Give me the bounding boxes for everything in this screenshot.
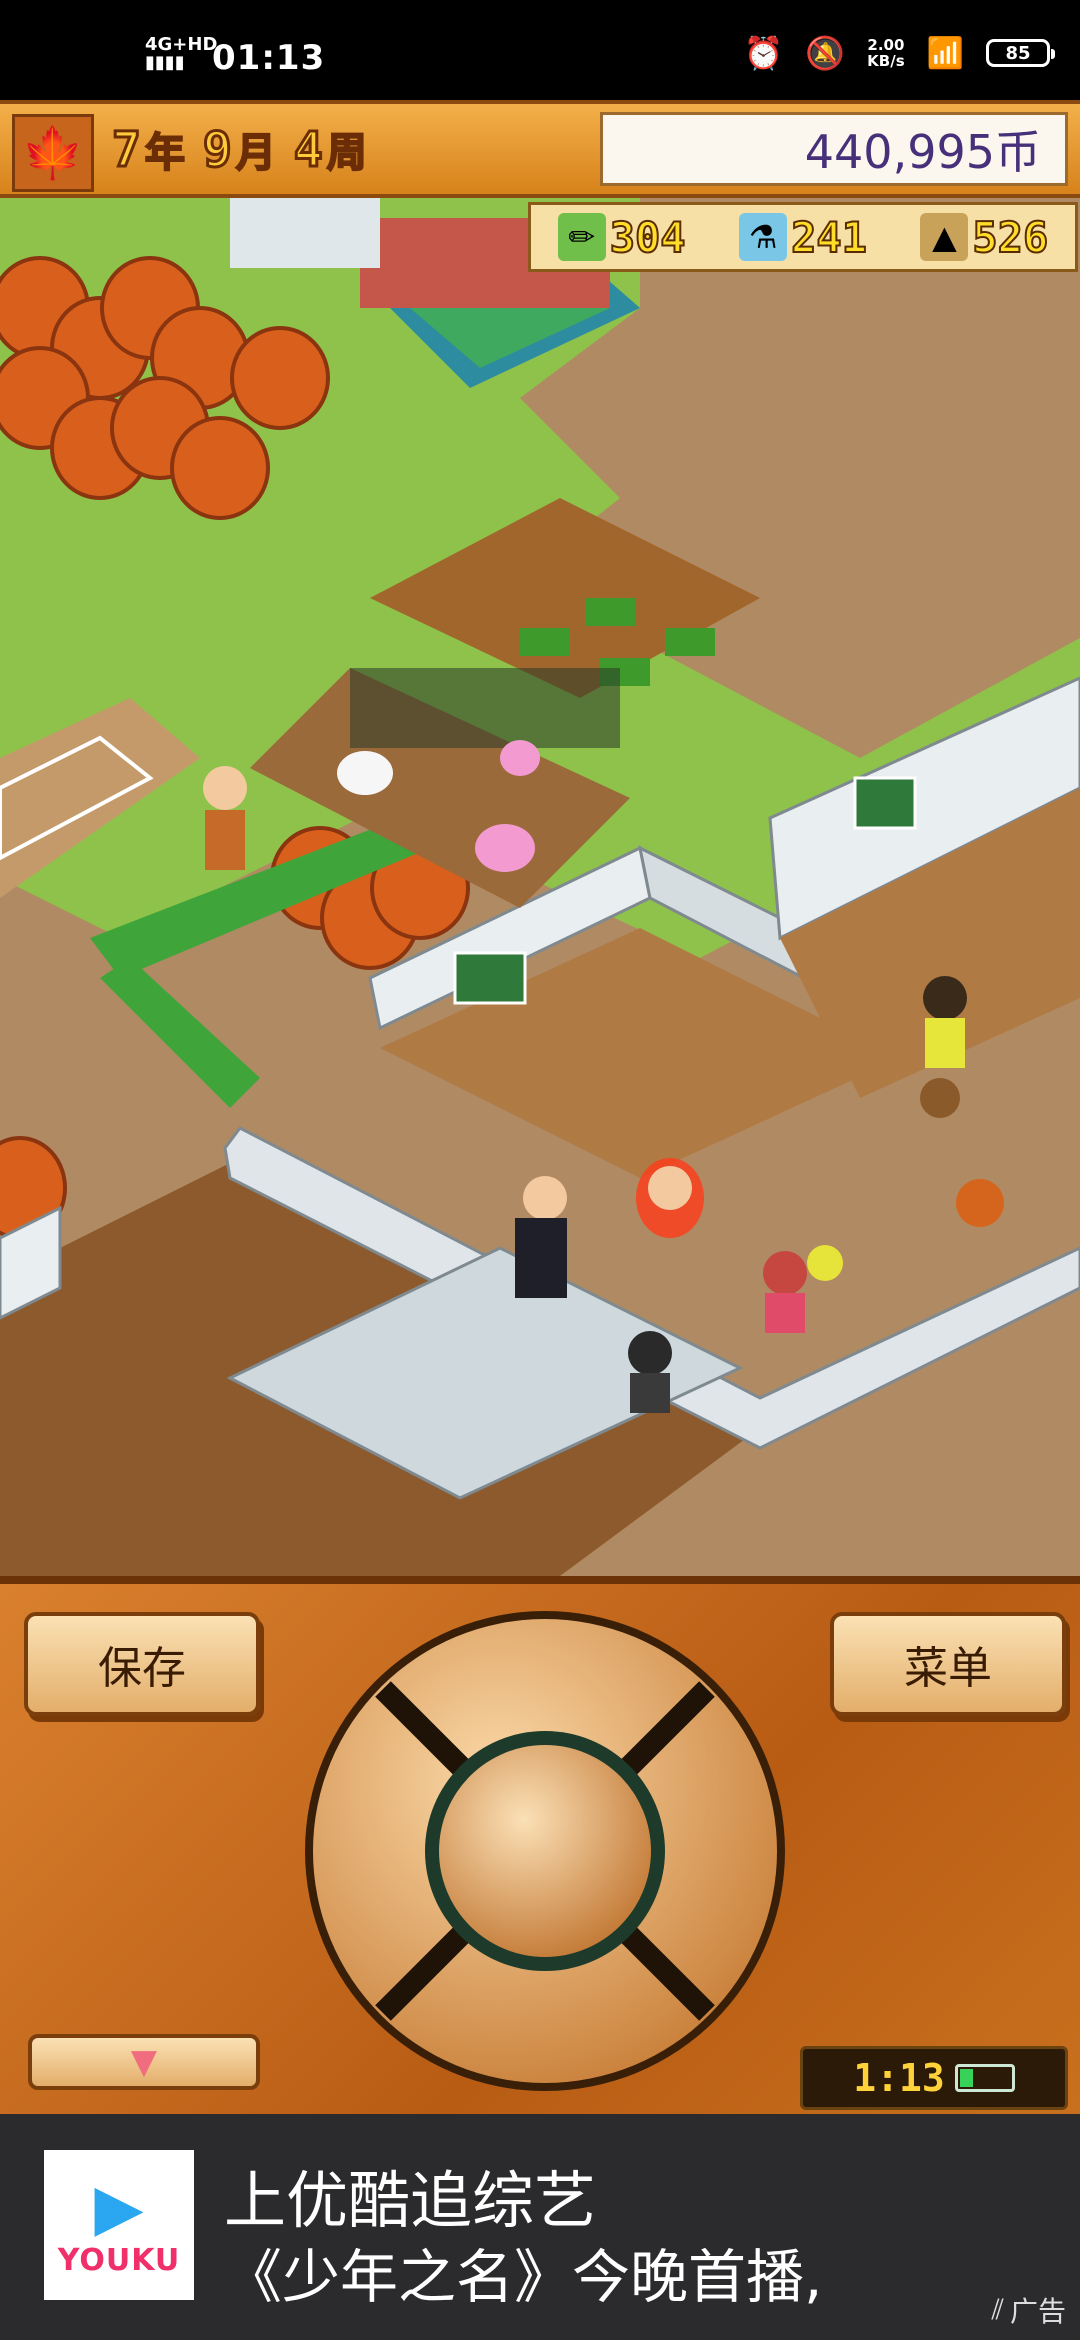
play-icon: ▶ [94,2170,144,2245]
blackboard [453,951,527,1005]
wifi-icon: 📶 [926,35,964,71]
triangle-down-icon: ▼ [130,2042,158,2082]
clock-time: 1:13 [853,2056,945,2100]
game-scene[interactable] [0,198,1080,1576]
money-display: 440,995币 [600,112,1068,186]
status-bar: 4G+HD ▮▮▮▮ 01:13 ⏰ 🔕 2.00 KB/s 📶 85 [0,0,1080,100]
status-time: 01:13 [212,38,326,78]
game-clock: 1:13 [800,2046,1068,2110]
rabbit [475,824,535,872]
controller-panel: 保存 菜单 ▼ 1:13 [0,1576,1080,2114]
menu-button[interactable]: 菜单 [830,1612,1066,1716]
ad-subline: 《少年之名》今晚首播, [224,2243,823,2311]
resource-item: ✏ 304 [557,212,687,263]
resource-value: 304 [609,212,687,263]
dpad-center-button [439,1745,651,1957]
resource-item: ⚗ 241 [739,212,868,263]
year-value: 7 [111,121,143,180]
game-header: 🍁 7 年 9 月 4 周 440,995币 [0,100,1080,198]
network-speed: 2.00 KB/s [867,36,905,70]
resource-value: 241 [790,212,868,263]
youku-logo[interactable]: ▶ YOUKU [44,2150,194,2300]
game-date: 7 年 9 月 4 周 [111,120,381,180]
ad-mark-icon: ⫽ [991,2293,1004,2326]
chicken [337,751,393,795]
resource-bar: ✏ 304 ⚗ 241 ▲ 526 [528,202,1078,272]
mute-bell-icon: 🔕 [805,34,846,72]
alarm-icon: ⏰ [743,34,784,72]
maple-leaf-icon: 🍁 [12,114,94,192]
resource-value: 526 [971,212,1049,263]
month-unit: 月 [235,129,277,177]
ad-headline: 上优酷追综艺 [224,2164,597,2237]
pyramid-icon: ▲ [920,213,969,261]
save-button[interactable]: 保存 [24,1612,260,1716]
battery-icon: 85 [986,39,1055,67]
pencil-icon: ✏ [557,213,606,261]
battery-icon [954,2064,1015,2092]
collapse-button[interactable]: ▼ [28,2034,260,2090]
youku-logo-text: YOUKU [57,2242,181,2278]
network-indicator: 4G+HD ▮▮▮▮ [145,34,218,73]
direction-pad[interactable] [298,1604,792,2098]
status-icons: ⏰ 🔕 2.00 KB/s 📶 85 [743,34,1055,72]
year-unit: 年 [144,129,186,177]
resource-item: ▲ 526 [920,212,1049,263]
week-unit: 周 [326,129,368,177]
week-value: 4 [292,121,324,180]
ad-banner[interactable]: ▶ YOUKU 上优酷追综艺 《少年之名》今晚首播, ⫽ 广告 [0,2114,1080,2340]
ad-label: ⫽ 广告 [991,2293,1066,2328]
school-map[interactable] [0,198,1080,1576]
month-value: 9 [201,121,233,180]
signal-bars-icon: ▮▮▮▮ [145,52,185,73]
basketball [956,1179,1004,1227]
tennis-ball [807,1245,843,1281]
flask-icon: ⚗ [739,213,788,261]
